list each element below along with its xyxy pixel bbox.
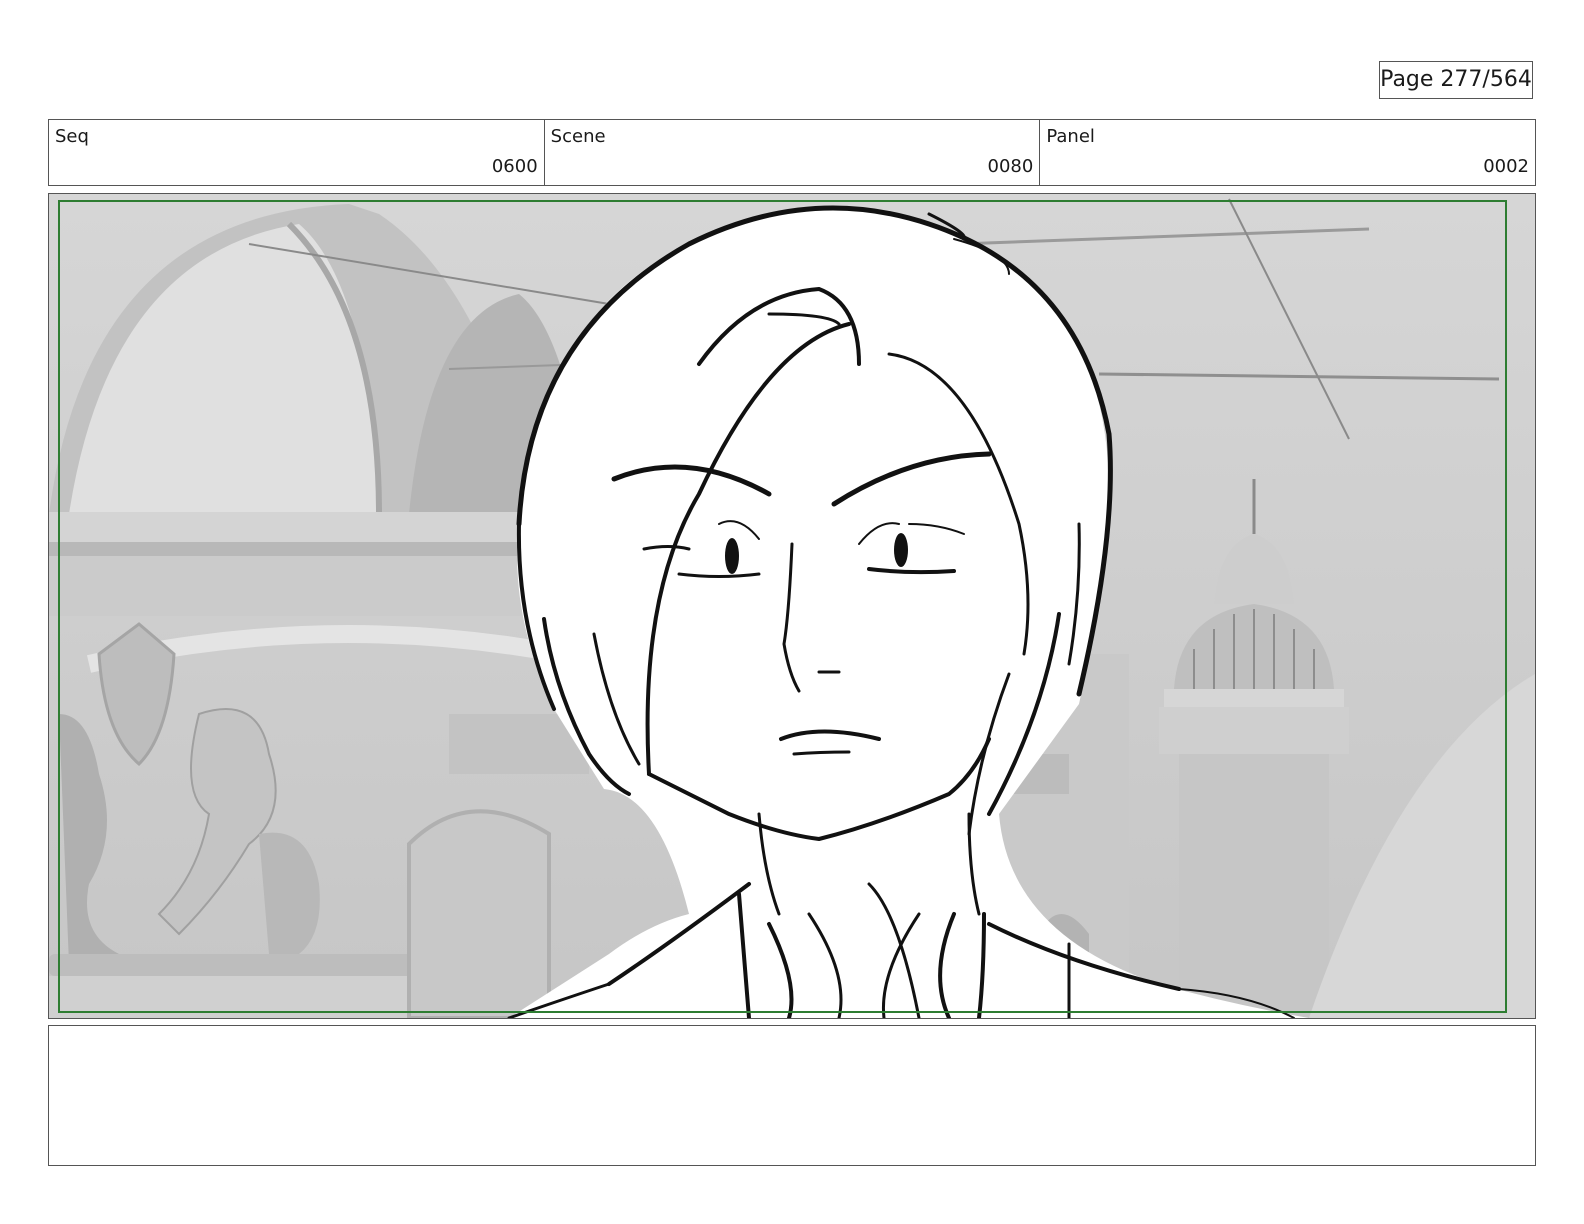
shot-info-header: Seq 0600 Scene 0080 Panel 0002 [48, 119, 1536, 186]
scene-cell: Scene 0080 [545, 120, 1041, 185]
scene-label: Scene [550, 126, 606, 147]
notes-box [48, 1025, 1536, 1166]
scene-value: 0080 [987, 156, 1034, 177]
seq-label: Seq [55, 126, 89, 147]
seq-value: 0600 [491, 156, 538, 177]
panel-value: 0002 [1483, 156, 1530, 177]
storyboard-drawing [49, 194, 1535, 1018]
seq-cell: Seq 0600 [49, 120, 545, 185]
panel-label: Panel [1046, 126, 1095, 147]
storyboard-frame [48, 193, 1536, 1019]
page-number: Page 277/564 [1379, 61, 1533, 99]
panel-cell: Panel 0002 [1040, 120, 1535, 185]
